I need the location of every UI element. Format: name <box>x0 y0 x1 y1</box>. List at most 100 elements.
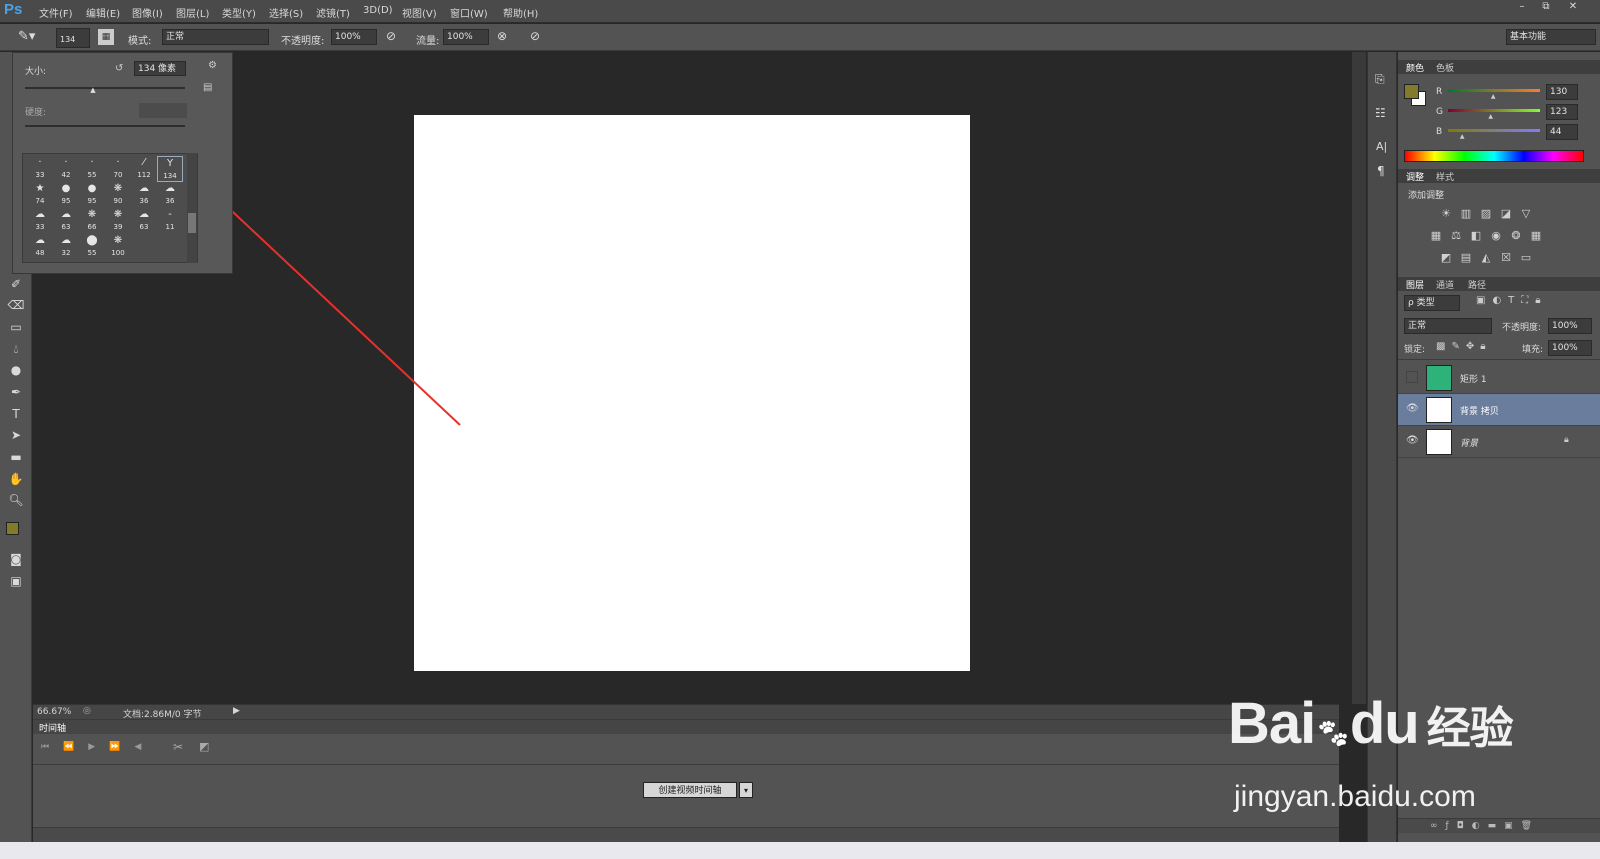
foreground-color[interactable] <box>1404 84 1419 99</box>
brush-preset[interactable]: ☁ 63 <box>131 208 157 234</box>
eye-icon[interactable]: 👁︎ <box>1406 403 1420 417</box>
zoom-level[interactable]: 66.67% <box>37 707 71 717</box>
color-lookup-icon[interactable]: ▦ <box>1528 229 1544 243</box>
reset-size-icon[interactable]: ↺ <box>115 63 123 74</box>
layer-name[interactable]: 矩形 1 <box>1460 372 1487 385</box>
preset-scroll-thumb[interactable] <box>188 213 196 233</box>
blend-mode-select[interactable]: 正常 <box>1404 318 1492 334</box>
brush-preset[interactable]: · 42 <box>53 156 79 182</box>
size-slider-thumb[interactable]: ▲ <box>90 86 95 94</box>
brush-preset[interactable]: ☁ 36 <box>131 182 157 208</box>
preset-scrollbar[interactable] <box>187 153 197 263</box>
brush-preset[interactable]: ❋ 90 <box>105 182 131 208</box>
exposure-icon[interactable]: ◪ <box>1498 207 1514 221</box>
history-icon[interactable]: ⎘ <box>1375 72 1385 87</box>
color-spectrum[interactable] <box>1404 150 1584 162</box>
fill-input[interactable]: 100% <box>1548 340 1592 356</box>
layer-row[interactable]: 👁︎ 背景 🔒︎ <box>1398 426 1600 458</box>
green-slider-thumb[interactable]: ▲ <box>1488 113 1493 120</box>
layer-filter-select[interactable]: ρ 类型 <box>1404 295 1460 311</box>
brush-preset[interactable]: ☁ 33 <box>27 208 53 234</box>
photo-filter-icon[interactable]: ◉ <box>1488 229 1504 243</box>
tab-styles[interactable]: 样式 <box>1436 170 1454 183</box>
layer-opacity-input[interactable]: 100% <box>1548 318 1592 334</box>
layer-row[interactable]: 👁︎ 背景 拷贝 <box>1398 394 1600 426</box>
brush-preset[interactable]: Y 134 <box>157 156 183 182</box>
vibrance-icon[interactable]: ▽ <box>1518 207 1534 221</box>
brush-preset[interactable]: ● 95 <box>79 182 105 208</box>
create-video-timeline-button[interactable]: 创建视频时间轴 <box>643 782 737 798</box>
playback-controls-icon[interactable]: ⏮⏪▶⏩◀ <box>41 742 155 752</box>
blue-slider[interactable] <box>1448 129 1540 132</box>
brush-preset[interactable]: ☁ 36 <box>157 182 183 208</box>
brush-preset[interactable]: ● 95 <box>53 182 79 208</box>
red-slider-thumb[interactable]: ▲ <box>1491 93 1496 100</box>
color-balance-icon[interactable]: ⚖ <box>1448 229 1464 243</box>
posterize-icon[interactable]: ▤ <box>1458 251 1474 265</box>
black-white-icon[interactable]: ◧ <box>1468 229 1484 243</box>
layer-filter-icons[interactable]: ▣◐T⛶🔒︎ <box>1476 295 1548 306</box>
hardness-slider[interactable] <box>25 125 185 127</box>
tab-color[interactable]: 颜色 <box>1406 61 1424 74</box>
brush-preset[interactable]: ☁ 63 <box>53 208 79 234</box>
size-input[interactable]: 134 像素 <box>134 61 186 76</box>
gradient-map-icon[interactable]: ▭ <box>1518 251 1534 265</box>
brush-preset[interactable]: ⬤ 55 <box>79 234 105 260</box>
green-slider[interactable] <box>1448 109 1540 112</box>
watermark-url: jingyan.baidu.com <box>1234 780 1476 813</box>
transition-icon[interactable]: ◩ <box>199 740 209 753</box>
tab-adjustments[interactable]: 调整 <box>1406 170 1424 183</box>
brush-preset[interactable]: ❋ 66 <box>79 208 105 234</box>
visibility-toggle[interactable] <box>1406 371 1418 383</box>
brush-preset[interactable]: ★ 74 <box>27 182 53 208</box>
tab-paths[interactable]: 路径 <box>1468 278 1486 291</box>
properties-icon[interactable]: ☷ <box>1375 106 1386 120</box>
blue-slider-thumb[interactable]: ▲ <box>1460 133 1465 140</box>
selective-color-icon[interactable]: ☒ <box>1498 251 1514 265</box>
new-preset-icon[interactable]: ▤ <box>203 82 212 93</box>
brush-preset[interactable]: ❋ 39 <box>105 208 131 234</box>
brightness-icon[interactable]: ☀ <box>1438 207 1454 221</box>
brush-preset-size: 112 <box>137 171 151 179</box>
brush-preset[interactable]: ⁄ 112 <box>131 156 157 182</box>
brush-preset[interactable]: · 70 <box>105 156 131 182</box>
layers-footer-icons[interactable]: ∞ƒ◘◐▬▣🗑︎ <box>1398 818 1600 833</box>
eye-icon[interactable]: 👁︎ <box>1406 435 1420 449</box>
hardness-input[interactable] <box>139 103 187 118</box>
brush-preset[interactable]: · 55 <box>79 156 105 182</box>
brush-preset[interactable]: ☁ 48 <box>27 234 53 260</box>
paragraph-icon[interactable]: ¶ <box>1377 164 1385 178</box>
tab-layers[interactable]: 图层 <box>1406 278 1424 291</box>
threshold-icon[interactable]: ◭ <box>1478 251 1494 265</box>
split-icon[interactable]: ✂ <box>173 740 183 754</box>
timeline-tab[interactable]: 时间轴 <box>39 721 66 734</box>
blue-value[interactable]: 44 <box>1546 124 1578 140</box>
curves-icon[interactable]: ▨ <box>1478 207 1494 221</box>
brush-preset[interactable]: ‐ 11 <box>157 208 183 234</box>
invert-icon[interactable]: ◩ <box>1438 251 1454 265</box>
layer-name[interactable]: 背景 拷贝 <box>1460 404 1499 417</box>
red-value[interactable]: 130 <box>1546 84 1578 100</box>
tab-swatches[interactable]: 色板 <box>1436 61 1454 74</box>
gear-icon[interactable]: ⚙ <box>208 60 217 71</box>
brush-preset-glyph: ☁ <box>35 209 45 220</box>
status-menu-icon[interactable]: ▶ <box>233 706 240 716</box>
brush-preset-picker: 大小: ↺ 134 像素 ⚙ ▤ ▲ 硬度: · 33 · 42 · 55 · 70 ⁄ 112 Y… <box>12 52 233 274</box>
brush-preset[interactable]: ☁ 32 <box>53 234 79 260</box>
character-icon[interactable]: A| <box>1376 140 1387 153</box>
brush-preset[interactable]: · 33 <box>27 156 53 182</box>
lock-icons[interactable]: ▩✎✥🔒︎ <box>1436 341 1492 352</box>
levels-icon[interactable]: ▥ <box>1458 207 1474 221</box>
red-slider[interactable] <box>1448 89 1540 92</box>
layer-row[interactable]: 矩形 1 <box>1398 362 1600 394</box>
green-value[interactable]: 123 <box>1546 104 1578 120</box>
channel-mixer-icon[interactable]: ❂ <box>1508 229 1524 243</box>
tab-channels[interactable]: 通道 <box>1436 278 1454 291</box>
hardness-label: 硬度: <box>25 108 47 118</box>
layer-name[interactable]: 背景 <box>1460 436 1478 449</box>
brush-preset[interactable]: ❋ 100 <box>105 234 131 260</box>
timeline-dropdown-icon[interactable]: ▾ <box>739 782 753 798</box>
hue-saturation-icon[interactable]: ▦ <box>1428 229 1444 243</box>
brush-preset-size: 55 <box>87 171 97 179</box>
size-slider[interactable] <box>25 87 185 89</box>
